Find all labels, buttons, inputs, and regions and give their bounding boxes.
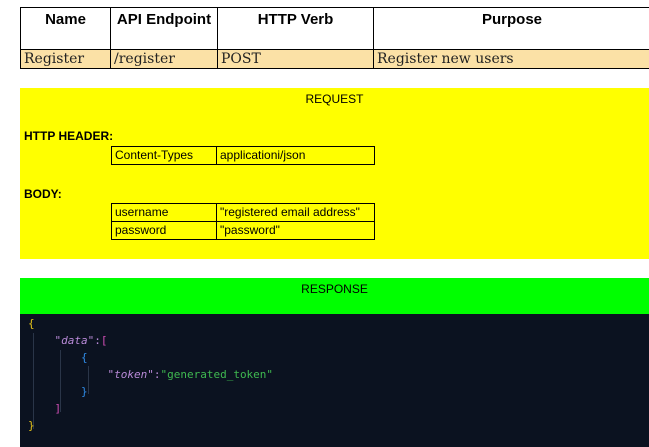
http-header-table: Content-Types applicationi/json [111,146,375,165]
header-name: Name [20,7,111,50]
response-code-block: { "data":[ { "token":"generated_token" }… [20,314,649,447]
table-row: Content-Types applicationi/json [111,146,375,165]
request-title: REQUEST [305,92,364,106]
colon: : [94,334,101,347]
body-key: password [111,221,217,240]
request-section: REQUEST HTTP HEADER: Content-Types appli… [20,88,649,259]
close-brace: } [28,419,35,432]
table-row: username "registered email address" [111,203,375,222]
body-value: "password" [216,221,375,240]
cell-endpoint: /register [110,49,218,69]
body-table: username "registered email address" pass… [111,203,375,240]
table-header-row: Name API Endpoint HTTP Verb Purpose [20,7,649,50]
code-line: } [28,419,35,432]
body-value: "registered email address" [216,203,375,222]
open-brace: { [28,317,35,330]
header-api-endpoint: API Endpoint [110,7,218,50]
body-label: BODY: [24,187,62,201]
http-header-label: HTTP HEADER: [24,129,114,143]
header-value: applicationi/json [216,146,375,165]
response-title: RESPONSE [301,282,368,296]
code-line: ] [28,402,62,415]
open-bracket: [ [100,334,108,347]
body-key: username [111,203,217,222]
data-key: "data" [54,334,95,347]
header-http-verb: HTTP Verb [217,7,374,50]
token-value: "generated_token" [160,368,274,381]
cell-verb: POST [217,49,374,69]
header-key: Content-Types [111,146,217,165]
code-line: { [28,317,35,330]
code-line: { [28,351,88,364]
table-row: Register /register POST Register new use… [20,49,649,69]
inner-open-brace: { [80,351,88,364]
code-line: "token":"generated_token" [28,368,273,381]
response-section: RESPONSE [20,278,649,314]
inner-close-brace: } [80,385,88,398]
api-table: Name API Endpoint HTTP Verb Purpose Regi… [20,7,649,69]
token-key: "token" [107,368,154,381]
cell-name: Register [20,49,111,69]
close-bracket: ] [54,402,62,415]
table-row: password "password" [111,221,375,240]
cell-purpose: Register new users [373,49,649,69]
code-line: "data":[ [28,334,108,347]
code-line: } [28,385,88,398]
header-purpose: Purpose [373,7,649,50]
